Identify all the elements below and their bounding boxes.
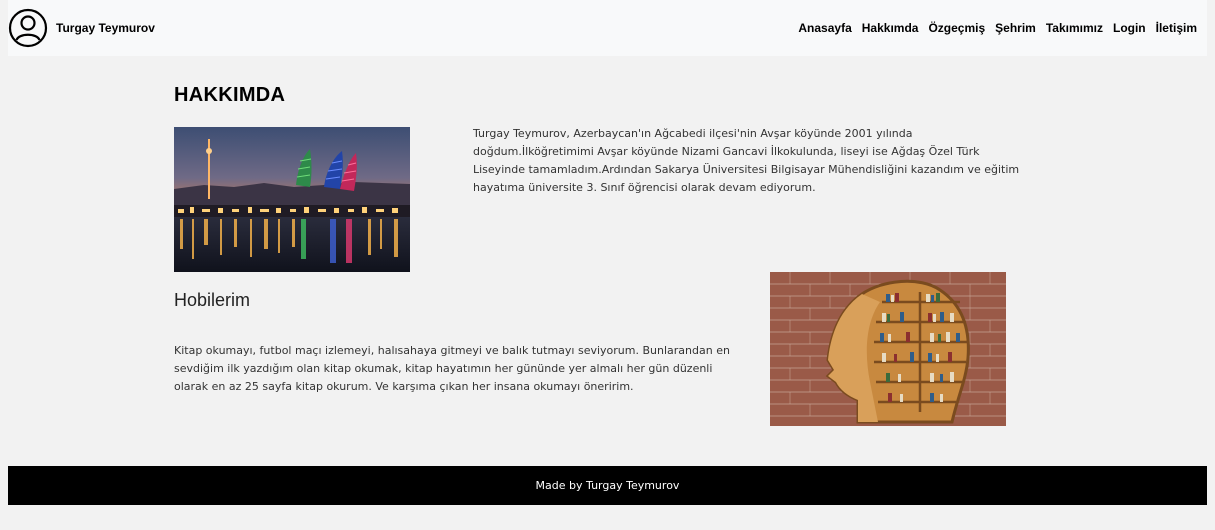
about-paragraph: Turgay Teymurov, Azerbaycan'ın Ağcabedi … <box>473 127 1020 194</box>
navbar: Turgay Teymurov Anasayfa Hakkımda Özgeçm… <box>8 0 1207 56</box>
page-title: HAKKIMDA <box>174 84 286 106</box>
nav-link-sehrim[interactable]: Şehrim <box>995 21 1036 35</box>
nav-links: Anasayfa Hakkımda Özgeçmiş Şehrim Takımı… <box>788 21 1197 35</box>
user-avatar-icon <box>8 8 48 48</box>
hobbies-title: Hobilerim <box>174 290 251 310</box>
nav-link-iletisim[interactable]: İletişim <box>1156 21 1197 35</box>
bookshelf-head-image <box>770 272 1006 426</box>
nav-link-hakkimda[interactable]: Hakkımda <box>862 21 919 35</box>
brand-link[interactable]: Turgay Teymurov <box>8 8 155 48</box>
nav-link-ozgecmis[interactable]: Özgeçmiş <box>928 21 985 35</box>
nav-link-takimimiz[interactable]: Takımımız <box>1046 21 1103 35</box>
hobbies-paragraph: Kitap okumayı, futbol maçı izlemeyi, hal… <box>174 344 730 393</box>
nav-link-anasayfa[interactable]: Anasayfa <box>798 21 851 35</box>
brand-name: Turgay Teymurov <box>56 21 155 35</box>
city-skyline-image <box>174 127 410 272</box>
footer-text: Made by Turgay Teymurov <box>535 479 680 492</box>
nav-link-login[interactable]: Login <box>1113 21 1146 35</box>
page: Turgay Teymurov Anasayfa Hakkımda Özgeçm… <box>0 0 1215 530</box>
footer: Made by Turgay Teymurov <box>8 466 1207 505</box>
